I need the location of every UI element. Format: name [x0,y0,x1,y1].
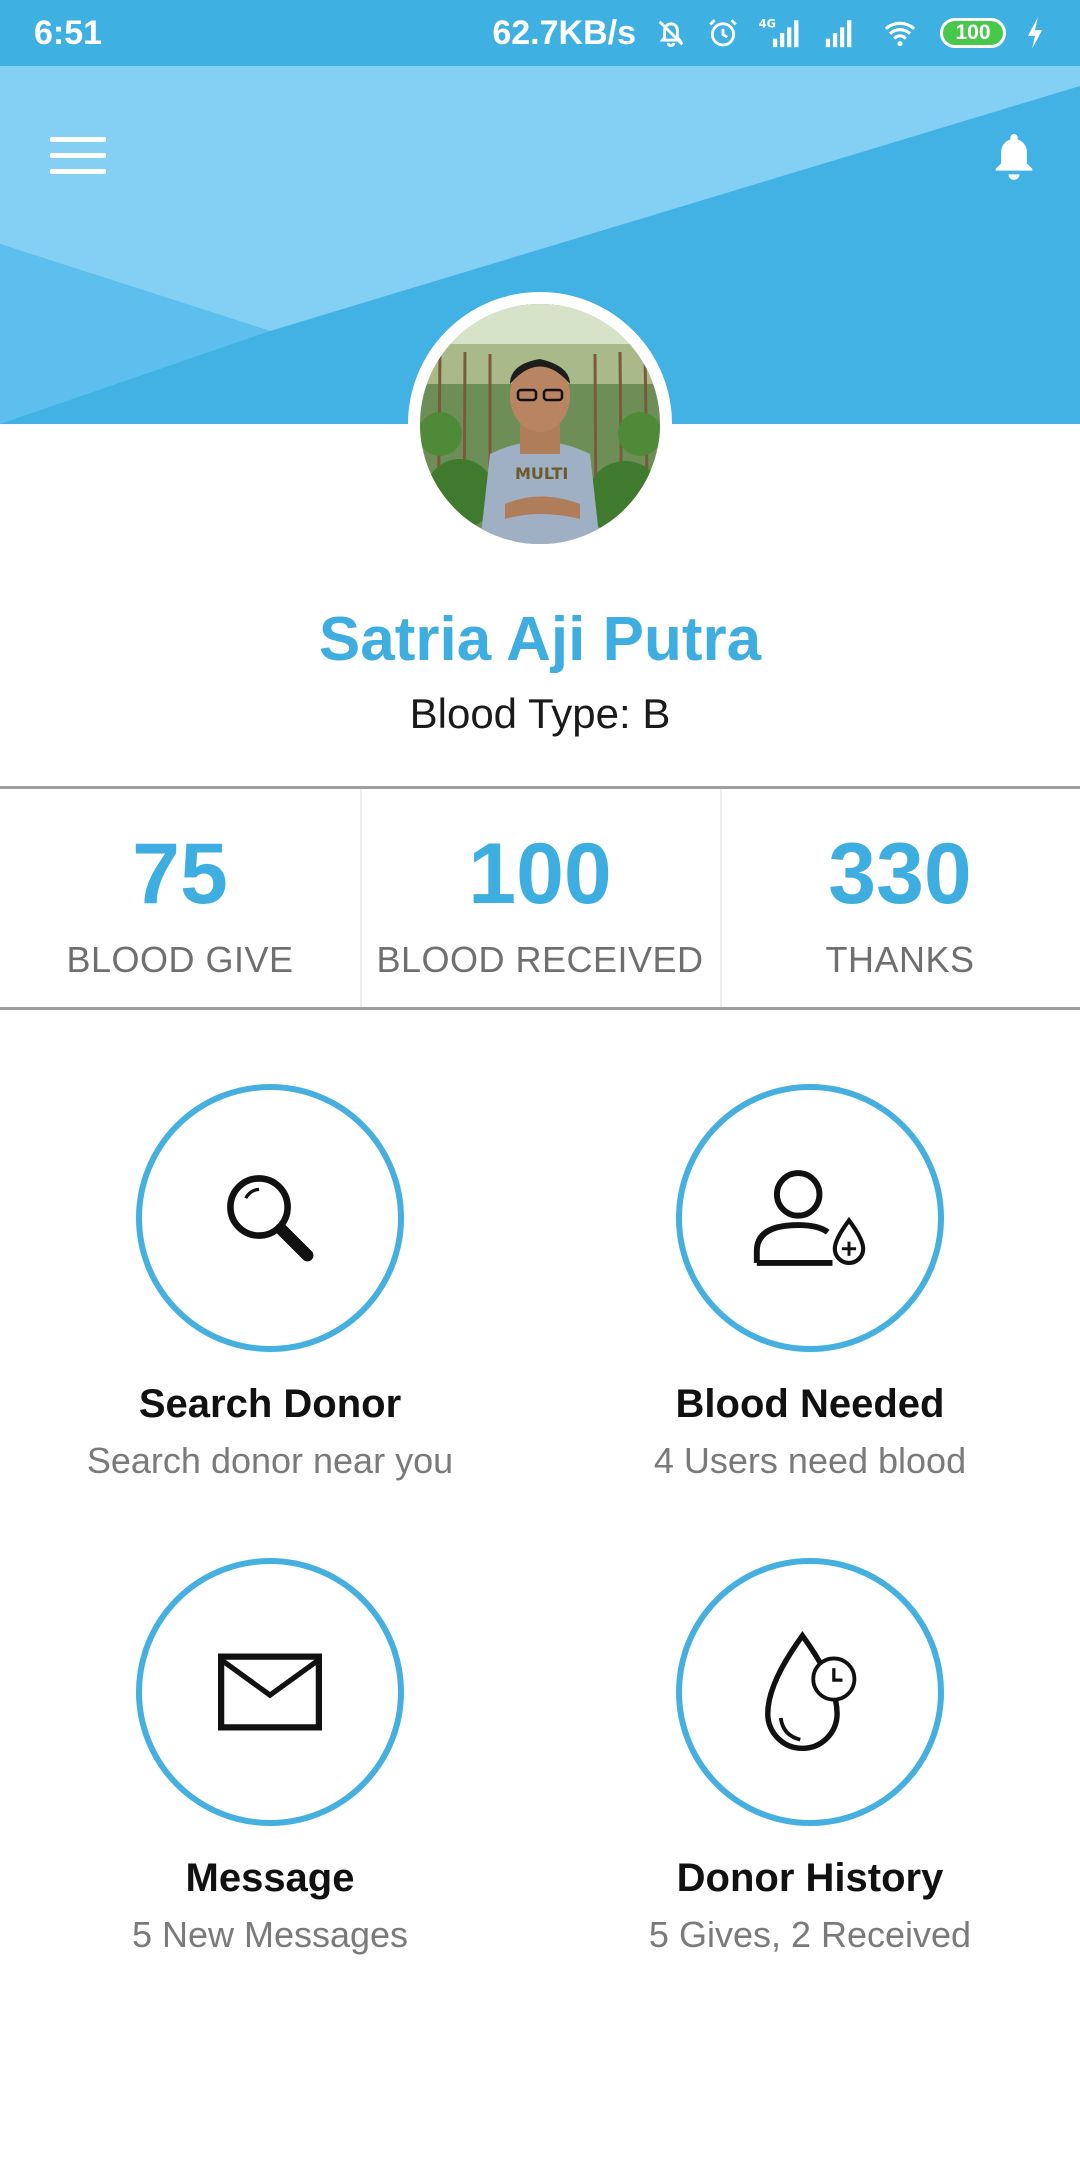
tile-title: Search Donor [138,1382,402,1426]
user-blood-drop-icon [753,1170,866,1266]
envelope-icon [218,1653,322,1731]
alarm-icon [709,19,737,47]
bell-icon [995,134,1033,180]
menu-button[interactable] [38,116,118,196]
stat-value: 75 [132,826,228,922]
stat-label: BLOOD RECEIVED [376,939,704,980]
stat-label: BLOOD GIVE [66,939,294,980]
status-bar: 6:51 62.7KB/s 4G 100 [0,0,1080,66]
network-speed: 62.7KB/s [492,13,636,52]
blood-type: Blood Type: B [409,690,671,737]
signal-icon [825,20,852,48]
svg-text:MULTI: MULTI [515,464,568,483]
tile-icon-circle [136,1558,404,1826]
hamburger-menu-icon [50,137,106,174]
signal-4g-icon: 4G [759,16,799,48]
profile-name: Satria Aji Putra [318,605,762,674]
stat-blood-received: 100 BLOOD RECEIVED [360,789,720,1007]
charging-icon [1027,17,1043,49]
blood-drop-clock-icon [765,1631,857,1751]
app-root: 6:51 62.7KB/s 4G 100 MULTI Satria Aji Pu… [0,0,1080,2160]
profile-photo: MULTI [420,304,660,544]
tile-subtitle: Search donor near you [86,1440,454,1481]
stat-thanks: 330 THANKS [720,789,1080,1007]
tile-blood-needed[interactable]: Blood Needed 4 Users need blood [540,1046,1080,1520]
stats-row: 75 BLOOD GIVE 100 BLOOD RECEIVED 330 THA… [0,786,1080,1010]
stat-value: 100 [468,826,612,922]
tile-icon-circle [676,1084,944,1352]
magnifier-icon [227,1175,314,1262]
stat-blood-give: 75 BLOOD GIVE [0,789,360,1007]
notifications-button[interactable] [974,116,1054,196]
battery-icon: 100 [940,18,1006,48]
tile-icon-circle [676,1558,944,1826]
tile-subtitle: 4 Users need blood [653,1440,967,1481]
stat-value: 330 [828,826,972,922]
tile-donor-history[interactable]: Donor History 5 Gives, 2 Received [540,1520,1080,1994]
avatar[interactable]: MULTI [408,292,672,556]
tile-search-donor[interactable]: Search Donor Search donor near you [0,1046,540,1520]
tile-icon-circle [136,1084,404,1352]
wifi-icon [884,21,916,47]
tile-subtitle: 5 Gives, 2 Received [648,1914,972,1955]
tile-title: Blood Needed [675,1382,945,1426]
status-time: 6:51 [34,13,103,52]
status-icons: 62.7KB/s 4G 100 [492,14,1046,53]
stat-label: THANKS [825,939,975,980]
tile-title: Message [185,1856,355,1900]
battery-level: 100 [955,21,991,44]
tile-subtitle: 5 New Messages [131,1914,409,1955]
svg-text:4G: 4G [759,16,776,30]
tile-title: Donor History [676,1856,944,1900]
tile-message[interactable]: Message 5 New Messages [0,1520,540,1994]
mute-bell-icon [658,20,684,48]
